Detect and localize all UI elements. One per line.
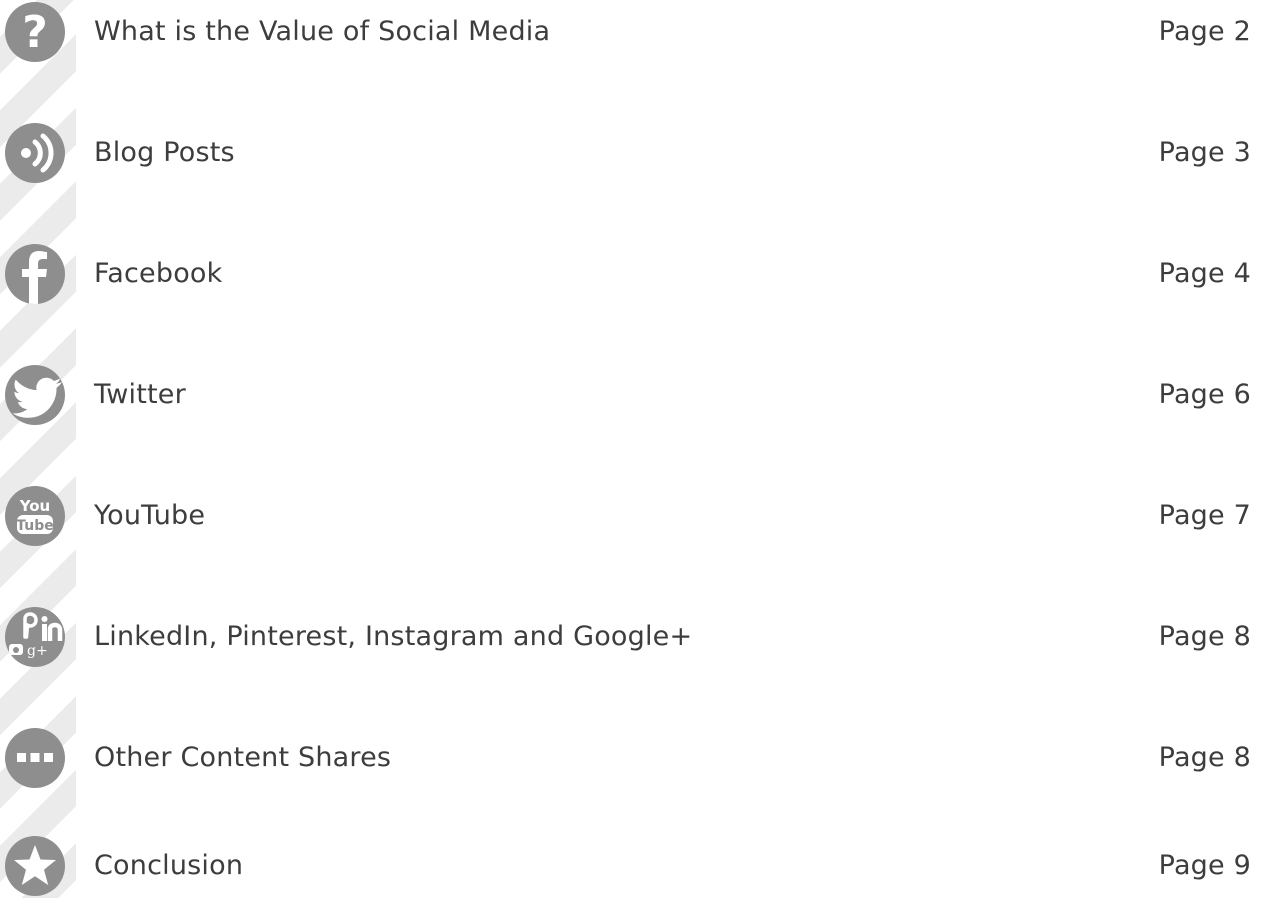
toc-entry-title: Facebook (94, 258, 223, 289)
toc-entry-title: Blog Posts (94, 137, 235, 168)
toc-row-other-content-shares[interactable]: Other Content Shares Page 8 (0, 726, 1263, 790)
toc-row-blog-posts[interactable]: Blog Posts Page 3 (0, 121, 1263, 185)
toc-page-number: Page 8 (1158, 742, 1251, 773)
toc-page-number: Page 8 (1158, 621, 1251, 652)
toc-row-conclusion[interactable]: Conclusion Page 9 (0, 834, 1263, 898)
toc-row-youtube[interactable]: You Tube YouTube Page 7 (0, 484, 1263, 548)
toc-row-value-of-social-media[interactable]: ? What is the Value of Social Media Page… (0, 0, 1263, 64)
youtube-icon: You Tube (5, 486, 65, 546)
svg-text:?: ? (22, 7, 48, 58)
toc-page-number: Page 2 (1158, 16, 1251, 47)
more-dots-icon (5, 728, 65, 788)
toc-page-number: Page 7 (1158, 500, 1251, 531)
toc-entry-title: Twitter (94, 379, 186, 410)
star-icon (5, 836, 65, 896)
table-of-contents: ? What is the Value of Social Media Page… (0, 0, 1263, 898)
twitter-icon (5, 365, 65, 425)
toc-entry-title: YouTube (94, 500, 206, 531)
toc-entry-title: Conclusion (94, 850, 244, 881)
question-icon: ? (5, 2, 65, 62)
facebook-icon (5, 244, 65, 304)
toc-entry-title: Other Content Shares (94, 742, 392, 773)
toc-entry-title: LinkedIn, Pinterest, Instagram and Googl… (94, 621, 693, 652)
toc-row-facebook[interactable]: Facebook Page 4 (0, 242, 1263, 306)
rss-icon (5, 123, 65, 183)
youtube-icon-text-bottom: Tube (16, 518, 54, 534)
toc-page-number: Page 9 (1158, 850, 1251, 881)
toc-page-number: Page 6 (1158, 379, 1251, 410)
toc-page-number: Page 4 (1158, 258, 1251, 289)
multi-social-icon: g+ (5, 607, 65, 667)
toc-row-linkedin-pinterest-instagram-google[interactable]: g+ LinkedIn, Pinterest, Instagram and Go… (0, 605, 1263, 669)
youtube-icon-text-top: You (19, 497, 50, 515)
toc-page-number: Page 3 (1158, 137, 1251, 168)
svg-text:g+: g+ (27, 643, 48, 659)
toc-row-twitter[interactable]: Twitter Page 6 (0, 363, 1263, 427)
toc-entry-title: What is the Value of Social Media (94, 16, 551, 47)
